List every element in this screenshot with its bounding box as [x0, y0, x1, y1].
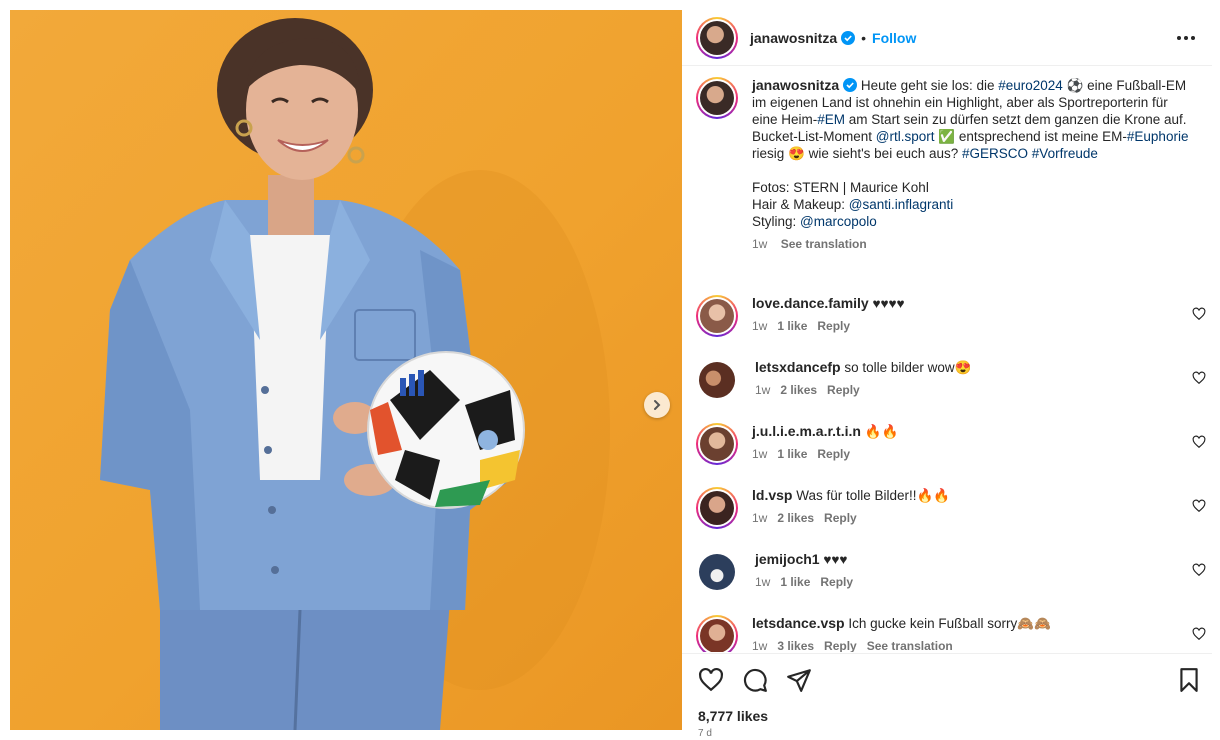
- caption-segment: ✅ entsprechend ist meine EM-: [934, 129, 1127, 144]
- hashtag-gersco[interactable]: #GERSCO: [962, 146, 1028, 161]
- hashtag-euro2024[interactable]: #euro2024: [998, 78, 1063, 93]
- author-username[interactable]: janawosnitza: [750, 30, 837, 46]
- comment-text: Ich gucke kein Fußball sorry🙈🙈: [848, 616, 1051, 631]
- follow-button[interactable]: Follow: [872, 30, 916, 46]
- comment-item: letsdance.vsp Ich gucke kein Fußball sor…: [696, 615, 1206, 652]
- instagram-post-view: janawosnitza • Follow janawosnitza Heute…: [0, 0, 1220, 740]
- comment-username[interactable]: love.dance.family: [752, 295, 869, 311]
- comment-text: 🔥🔥: [864, 424, 899, 439]
- more-options-icon: [1177, 36, 1195, 40]
- comment-time: 1w: [755, 383, 771, 397]
- comment-username[interactable]: letsxdancefp: [755, 359, 841, 375]
- heart-icon[interactable]: [698, 667, 724, 693]
- comment-item: j.u.l.i.e.m.a.r.t.i.n 🔥🔥 1w 1 like Reply: [696, 423, 1206, 473]
- heart-icon[interactable]: [1192, 371, 1206, 385]
- comments-list[interactable]: janawosnitza Heute geht sie los: die #eu…: [682, 67, 1212, 652]
- comment-username[interactable]: j.u.l.i.e.m.a.r.t.i.n: [752, 423, 861, 439]
- bookmark-icon[interactable]: [1176, 667, 1202, 693]
- mention-marcopolo[interactable]: @marcopolo: [800, 214, 877, 229]
- mention-rtl-sport[interactable]: @rtl.sport: [876, 129, 935, 144]
- comment-likes[interactable]: 1 like: [780, 575, 810, 589]
- share-icon[interactable]: [786, 667, 812, 693]
- chevron-right-icon: [654, 400, 661, 410]
- post-photo[interactable]: [10, 10, 682, 730]
- dot-separator: •: [861, 29, 867, 46]
- comment-item: jemijoch1 ♥♥♥ 1w 1 like Reply: [696, 551, 1206, 601]
- author-avatar[interactable]: [696, 16, 738, 59]
- caption-credits-fotos: Fotos: STERN | Maurice Kohl: [752, 180, 929, 195]
- reply-button[interactable]: Reply: [827, 383, 860, 397]
- post-actions: 8,777 likes 7 d: [682, 653, 1212, 740]
- caption-time: 1w: [752, 237, 768, 251]
- post-header: janawosnitza • Follow: [682, 10, 1212, 66]
- reply-button[interactable]: Reply: [820, 575, 853, 589]
- caption-credits-hair: Hair & Makeup: @santi.inflagranti: [752, 196, 1192, 213]
- comment-text: ♥♥♥: [823, 552, 848, 567]
- reply-button[interactable]: Reply: [817, 319, 850, 333]
- comment-username[interactable]: letsdance.vsp: [752, 615, 845, 631]
- post-time: 7 d: [698, 728, 712, 739]
- post-side-panel: janawosnitza • Follow janawosnitza Heute…: [682, 10, 1212, 740]
- reply-button[interactable]: Reply: [824, 511, 857, 525]
- hashtag-em[interactable]: #EM: [817, 112, 845, 127]
- comment-time: 1w: [752, 319, 768, 333]
- comment-avatar[interactable]: [696, 423, 738, 465]
- verified-icon: [843, 78, 858, 92]
- credits-label: Hair & Makeup:: [752, 197, 849, 212]
- caption-avatar[interactable]: [696, 77, 738, 119]
- hashtag-euphorie[interactable]: #Euphorie: [1127, 129, 1189, 144]
- comment-avatar[interactable]: [699, 554, 735, 590]
- hashtag-vorfreude[interactable]: #Vorfreude: [1032, 146, 1098, 161]
- credits-label: Styling:: [752, 214, 801, 229]
- comment-avatar[interactable]: [696, 487, 738, 529]
- heart-icon[interactable]: [1192, 307, 1206, 321]
- photo-illustration: [100, 18, 610, 730]
- comment-time: 1w: [752, 639, 768, 652]
- comment-avatar[interactable]: [699, 362, 735, 398]
- comment-item: love.dance.family ♥♥♥♥ 1w 1 like Reply: [696, 295, 1206, 345]
- caption-username[interactable]: janawosnitza: [752, 77, 839, 93]
- comment-avatar[interactable]: [696, 295, 738, 337]
- comment-username[interactable]: jemijoch1: [755, 551, 820, 567]
- reply-button[interactable]: Reply: [817, 447, 850, 461]
- caption-meta: 1w See translation: [752, 236, 1192, 253]
- verified-icon: [841, 30, 856, 45]
- heart-icon[interactable]: [1192, 563, 1206, 577]
- next-photo-button[interactable]: [644, 392, 670, 418]
- heart-icon[interactable]: [1192, 435, 1206, 449]
- comment-likes[interactable]: 1 like: [777, 319, 807, 333]
- comment-likes[interactable]: 3 likes: [777, 639, 814, 652]
- mention-santi-inflagranti[interactable]: @santi.inflagranti: [849, 197, 954, 212]
- comment-time: 1w: [752, 447, 768, 461]
- comment-time: 1w: [752, 511, 768, 525]
- comment-avatar[interactable]: [696, 615, 738, 652]
- comment-time: 1w: [755, 575, 771, 589]
- comment-text: Was für tolle Bilder!!🔥🔥: [796, 488, 951, 503]
- likes-count[interactable]: 8,777 likes: [698, 708, 768, 724]
- see-translation-link[interactable]: See translation: [867, 639, 953, 652]
- comment-item: ld.vsp Was für tolle Bilder!!🔥🔥 1w 2 like…: [696, 487, 1206, 537]
- post-caption: janawosnitza Heute geht sie los: die #eu…: [696, 77, 1196, 253]
- comment-username[interactable]: ld.vsp: [752, 487, 792, 503]
- more-options-button[interactable]: [1174, 26, 1198, 50]
- comment-item: letsxdancefp so tolle bilder wow😍 1w 2 li…: [696, 359, 1206, 409]
- caption-segment: riesig 😍 wie sieht's bei euch aus?: [752, 146, 962, 161]
- caption-text: janawosnitza Heute geht sie los: die #eu…: [752, 77, 1192, 162]
- caption-segment: Heute geht sie los: die: [860, 78, 999, 93]
- caption-credits-styling: Styling: @marcopolo: [752, 213, 1192, 230]
- comment-text: ♥♥♥♥: [872, 296, 905, 311]
- heart-icon[interactable]: [1192, 627, 1206, 641]
- comment-text: so tolle bilder wow😍: [844, 360, 972, 375]
- comment-icon[interactable]: [742, 667, 768, 693]
- comment-likes[interactable]: 2 likes: [780, 383, 817, 397]
- see-translation-link[interactable]: See translation: [781, 237, 867, 251]
- comment-likes[interactable]: 2 likes: [777, 511, 814, 525]
- reply-button[interactable]: Reply: [824, 639, 857, 652]
- comment-likes[interactable]: 1 like: [777, 447, 807, 461]
- heart-icon[interactable]: [1192, 499, 1206, 513]
